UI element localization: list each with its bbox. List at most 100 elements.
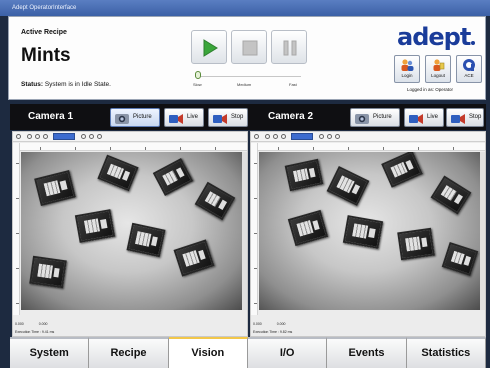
stop-button[interactable] [231, 30, 267, 64]
pause-icon [283, 40, 297, 56]
hand-icon[interactable] [89, 134, 94, 139]
camera-2-picture-button[interactable]: Picture [350, 108, 400, 127]
speed-slider[interactable]: Slow Medium Fast [191, 67, 301, 89]
zoom-select[interactable] [53, 133, 75, 140]
camera-1-live-label: Live [187, 114, 199, 120]
camera-1-image[interactable] [21, 152, 243, 310]
camera-2-scrollbar[interactable] [480, 152, 485, 310]
tab-events[interactable]: Events [327, 337, 407, 368]
zoom-fit-icon[interactable] [43, 134, 48, 139]
camera-1-exec-time: Execution Time : 9.41 ms [15, 330, 55, 334]
recipe-name: Mints [21, 45, 71, 66]
mint-tin [152, 158, 194, 196]
camera-2-live-button[interactable]: Live [404, 108, 444, 127]
hand-icon[interactable] [327, 134, 332, 139]
camera-1-picture-label: Picture [133, 114, 152, 120]
camera-1-picture-button[interactable]: Picture [110, 108, 160, 127]
mint-tin [441, 242, 479, 276]
ace-button[interactable]: ACE [456, 55, 482, 83]
tab-statistics[interactable]: Statistics [406, 337, 486, 368]
mint-tin [34, 170, 76, 206]
camera-2-live-label: Live [427, 114, 439, 120]
camera-1-ruler-left [13, 143, 20, 315]
mint-tin [342, 215, 384, 249]
camera-2-stop-button[interactable]: Stop [446, 108, 484, 127]
camera-2-ruler-top [258, 143, 485, 151]
zoom-in-icon[interactable] [27, 134, 32, 139]
camera-1-readout: 0.000 0.000 [15, 322, 62, 326]
mint-tin [284, 158, 324, 192]
adept-logo: adept [397, 23, 476, 51]
camera-1-live-button[interactable]: Live [164, 108, 204, 127]
pointer-icon[interactable] [97, 134, 102, 139]
active-recipe-label: Active Recipe [21, 29, 67, 36]
tab-vision[interactable]: Vision [168, 337, 248, 368]
camera-2-view: 0.000 0.000 Execution Time : 9.82 ms [250, 131, 486, 337]
zoom-out-icon[interactable] [35, 134, 40, 139]
window-title: Adept OperatorInterface [12, 5, 77, 11]
camera-2-image[interactable] [259, 152, 481, 310]
mint-tin [29, 255, 67, 289]
pause-button[interactable] [271, 30, 307, 64]
recipe-header-panel: Active Recipe Mints Status: System is in… [8, 16, 486, 100]
logged-in-text: Logged in as: Operator [407, 87, 454, 92]
login-button[interactable]: Login [394, 55, 420, 83]
camera-icon [355, 114, 369, 124]
video-camera-icon [409, 114, 423, 124]
logout-button[interactable]: Logout [425, 55, 451, 83]
mint-tin [381, 152, 423, 188]
camera-2-readout-x: 0.000 [253, 322, 262, 326]
camera-1-stop-button[interactable]: Stop [208, 108, 248, 127]
zoom-out-icon[interactable] [273, 134, 278, 139]
login-icon [401, 59, 414, 71]
play-button[interactable] [191, 30, 227, 64]
speed-track [195, 76, 301, 77]
mint-tin [326, 165, 370, 207]
stop-square-icon [242, 40, 258, 56]
camera-1-scrollbar[interactable] [242, 152, 247, 310]
speed-medium-label: Medium [237, 82, 252, 87]
pan-tool-icon[interactable] [254, 134, 259, 139]
camera-toolbar: Camera 1 Picture Live Stop Camera 2 Pict… [10, 104, 486, 130]
zoom-fit-icon[interactable] [281, 134, 286, 139]
pointer-icon[interactable] [335, 134, 340, 139]
zoom-select[interactable] [291, 133, 313, 140]
pan-tool-icon[interactable] [16, 134, 21, 139]
speed-knob[interactable] [195, 71, 201, 79]
mint-tin [430, 175, 472, 215]
camera-2-picture-label: Picture [373, 114, 392, 120]
search-icon[interactable] [81, 134, 86, 139]
video-stop-icon [213, 114, 227, 124]
tab-recipe[interactable]: Recipe [89, 337, 169, 368]
search-icon[interactable] [319, 134, 324, 139]
speed-slow-label: Slow [193, 82, 202, 87]
mint-tin [126, 222, 166, 258]
camera-1-stop-label: Stop [231, 114, 244, 120]
camera-2-tools [251, 132, 485, 142]
camera-1-readout-x: 0.000 [15, 322, 24, 326]
speed-fast-label: Fast [289, 82, 297, 87]
camera-2-title: Camera 2 [268, 111, 314, 122]
zoom-in-icon[interactable] [265, 134, 270, 139]
mint-tin [287, 209, 329, 247]
camera-1-title: Camera 1 [28, 111, 74, 122]
tab-io[interactable]: I/O [247, 337, 328, 368]
mint-tin [194, 181, 236, 221]
tab-system[interactable]: System [10, 337, 90, 368]
camera-1-tools [13, 132, 247, 142]
mint-tin [397, 227, 435, 261]
logo-dot [471, 41, 476, 45]
logout-label: Logout [431, 73, 445, 78]
video-camera-icon [169, 114, 183, 124]
video-stop-icon [451, 114, 465, 124]
bottom-navigation: System Recipe Vision I/O Events Statisti… [10, 337, 486, 368]
camera-2-stop-label: Stop [469, 114, 482, 120]
status-line: Status: System is in Idle State. [21, 81, 111, 88]
mint-tin [173, 239, 215, 277]
window-title-bar: Adept OperatorInterface [0, 0, 490, 16]
camera-1-readout-y: 0.000 [38, 322, 48, 326]
login-label: Login [401, 73, 413, 78]
camera-1-view: 0.000 0.000 Execution Time : 9.41 ms [12, 131, 248, 337]
status-text: System is in Idle State. [44, 81, 111, 88]
camera-1-ruler-top [20, 143, 247, 151]
